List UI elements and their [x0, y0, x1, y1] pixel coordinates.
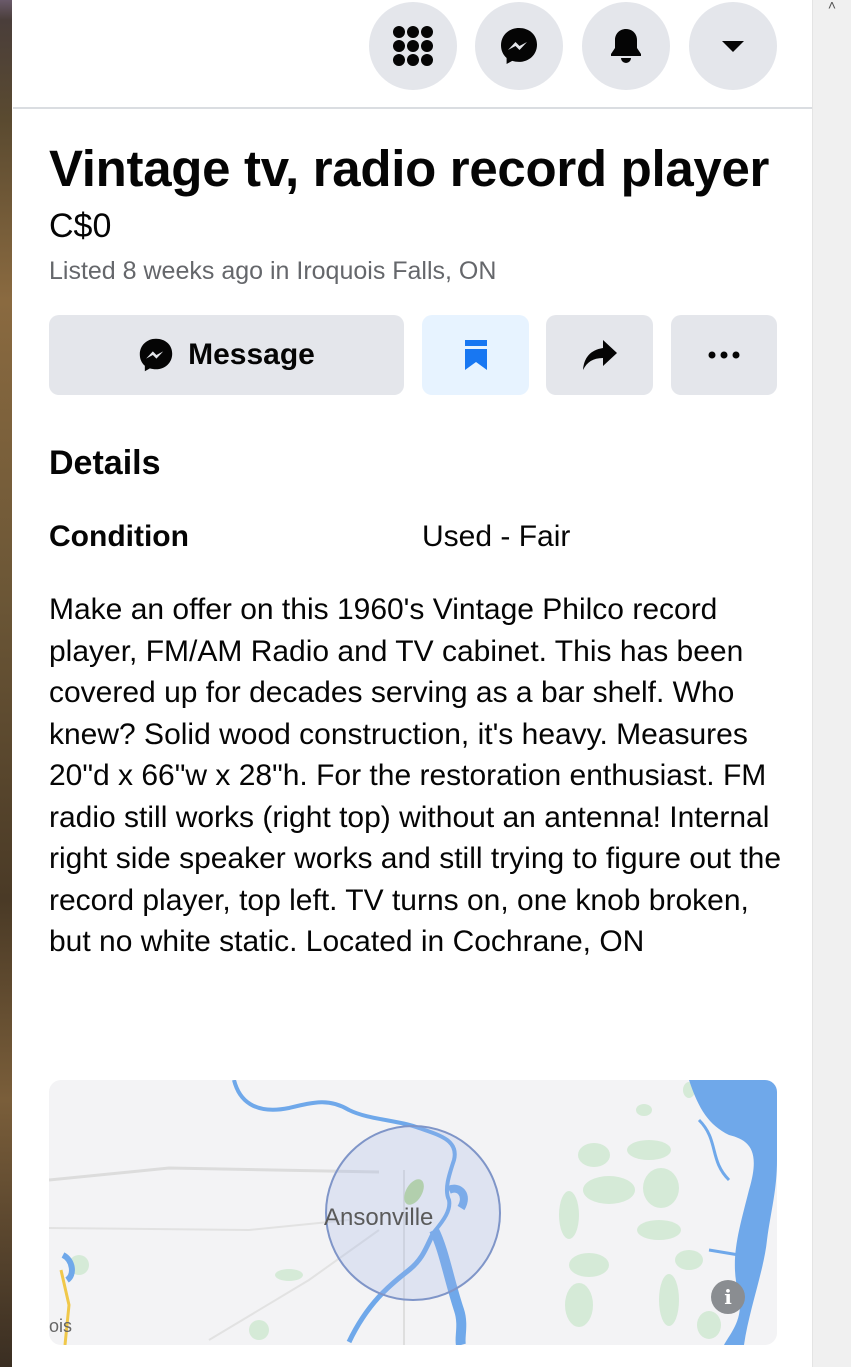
messenger-icon: [139, 338, 173, 372]
top-navigation-bar: [13, 0, 812, 109]
account-dropdown-button[interactable]: [689, 2, 777, 90]
message-button-label: Message: [188, 338, 315, 371]
background-photo-edge: [0, 0, 12, 1367]
messenger-button[interactable]: [475, 2, 563, 90]
map-partial-label: ois: [49, 1316, 73, 1336]
message-button[interactable]: Message: [49, 315, 404, 395]
listing-panel: Vintage tv, radio record player C$0 List…: [13, 0, 812, 1367]
details-heading: Details: [49, 444, 161, 482]
menu-grid-icon: [393, 26, 433, 66]
listing-description: Make an offer on this 1960's Vintage Phi…: [49, 593, 782, 958]
bookmark-icon: [464, 340, 487, 370]
info-icon: i: [724, 1285, 732, 1309]
share-button[interactable]: [546, 315, 653, 395]
notifications-button[interactable]: [582, 2, 670, 90]
notifications-bell-icon: [611, 29, 641, 63]
condition-label: Condition: [49, 520, 189, 553]
condition-value: Used - Fair: [422, 520, 571, 553]
menu-button[interactable]: [369, 2, 457, 90]
save-button[interactable]: [422, 315, 529, 395]
listing-price: C$0: [49, 207, 112, 245]
listing-meta: Listed 8 weeks ago in Iroquois Falls, ON: [49, 257, 497, 285]
more-options-button[interactable]: [671, 315, 777, 395]
page-scrollbar[interactable]: ˄: [812, 0, 851, 1367]
map-info-button[interactable]: i: [711, 1280, 745, 1314]
scroll-up-arrow-icon[interactable]: ˄: [821, 0, 843, 14]
location-map[interactable]: Ansonville ois i: [49, 1080, 777, 1345]
messenger-icon: [501, 28, 537, 64]
listing-content: Vintage tv, radio record player C$0 List…: [49, 108, 781, 963]
share-arrow-icon: [582, 340, 617, 370]
listing-title: Vintage tv, radio record player: [49, 140, 770, 197]
condition-row: Condition Used - Fair: [49, 517, 777, 557]
map-place-label: Ansonville: [324, 1204, 434, 1231]
more-dots-icon: [708, 351, 740, 359]
chevron-down-icon: [722, 41, 744, 52]
action-bar: Message: [49, 315, 777, 395]
